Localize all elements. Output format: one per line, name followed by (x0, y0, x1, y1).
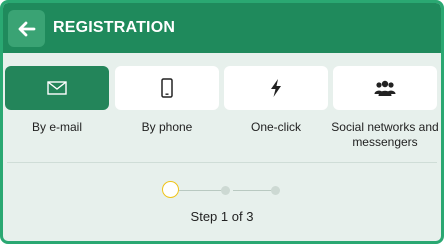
step-label: Step 1 of 3 (190, 209, 254, 224)
lightning-icon (271, 79, 281, 97)
tab-phone[interactable] (115, 66, 219, 110)
header-bar: REGISTRATION (3, 3, 441, 53)
step-indicator-pending (271, 186, 280, 195)
back-button[interactable] (8, 10, 45, 47)
envelope-icon (47, 81, 67, 95)
step-indicator-pending (221, 186, 230, 195)
users-icon (374, 80, 396, 96)
tab-label-phone: By phone (141, 120, 193, 134)
tab-label-social: Social networks and messengers (331, 120, 439, 149)
step-indicator-current (162, 181, 179, 198)
tab-label-email: By e-mail (31, 120, 82, 134)
page-title: REGISTRATION (53, 19, 176, 36)
step-connector (233, 190, 273, 191)
tab-label-one-click: One-click (250, 120, 301, 134)
tab-one-click[interactable] (224, 66, 328, 110)
registration-window: REGISTRATION By e-mail By phone One-clic… (0, 0, 444, 244)
tab-email[interactable] (5, 66, 109, 110)
smartphone-icon (161, 78, 173, 98)
arrow-left-icon (18, 21, 35, 36)
step-connector (179, 190, 224, 191)
tab-social[interactable] (333, 66, 437, 110)
divider (7, 162, 437, 163)
